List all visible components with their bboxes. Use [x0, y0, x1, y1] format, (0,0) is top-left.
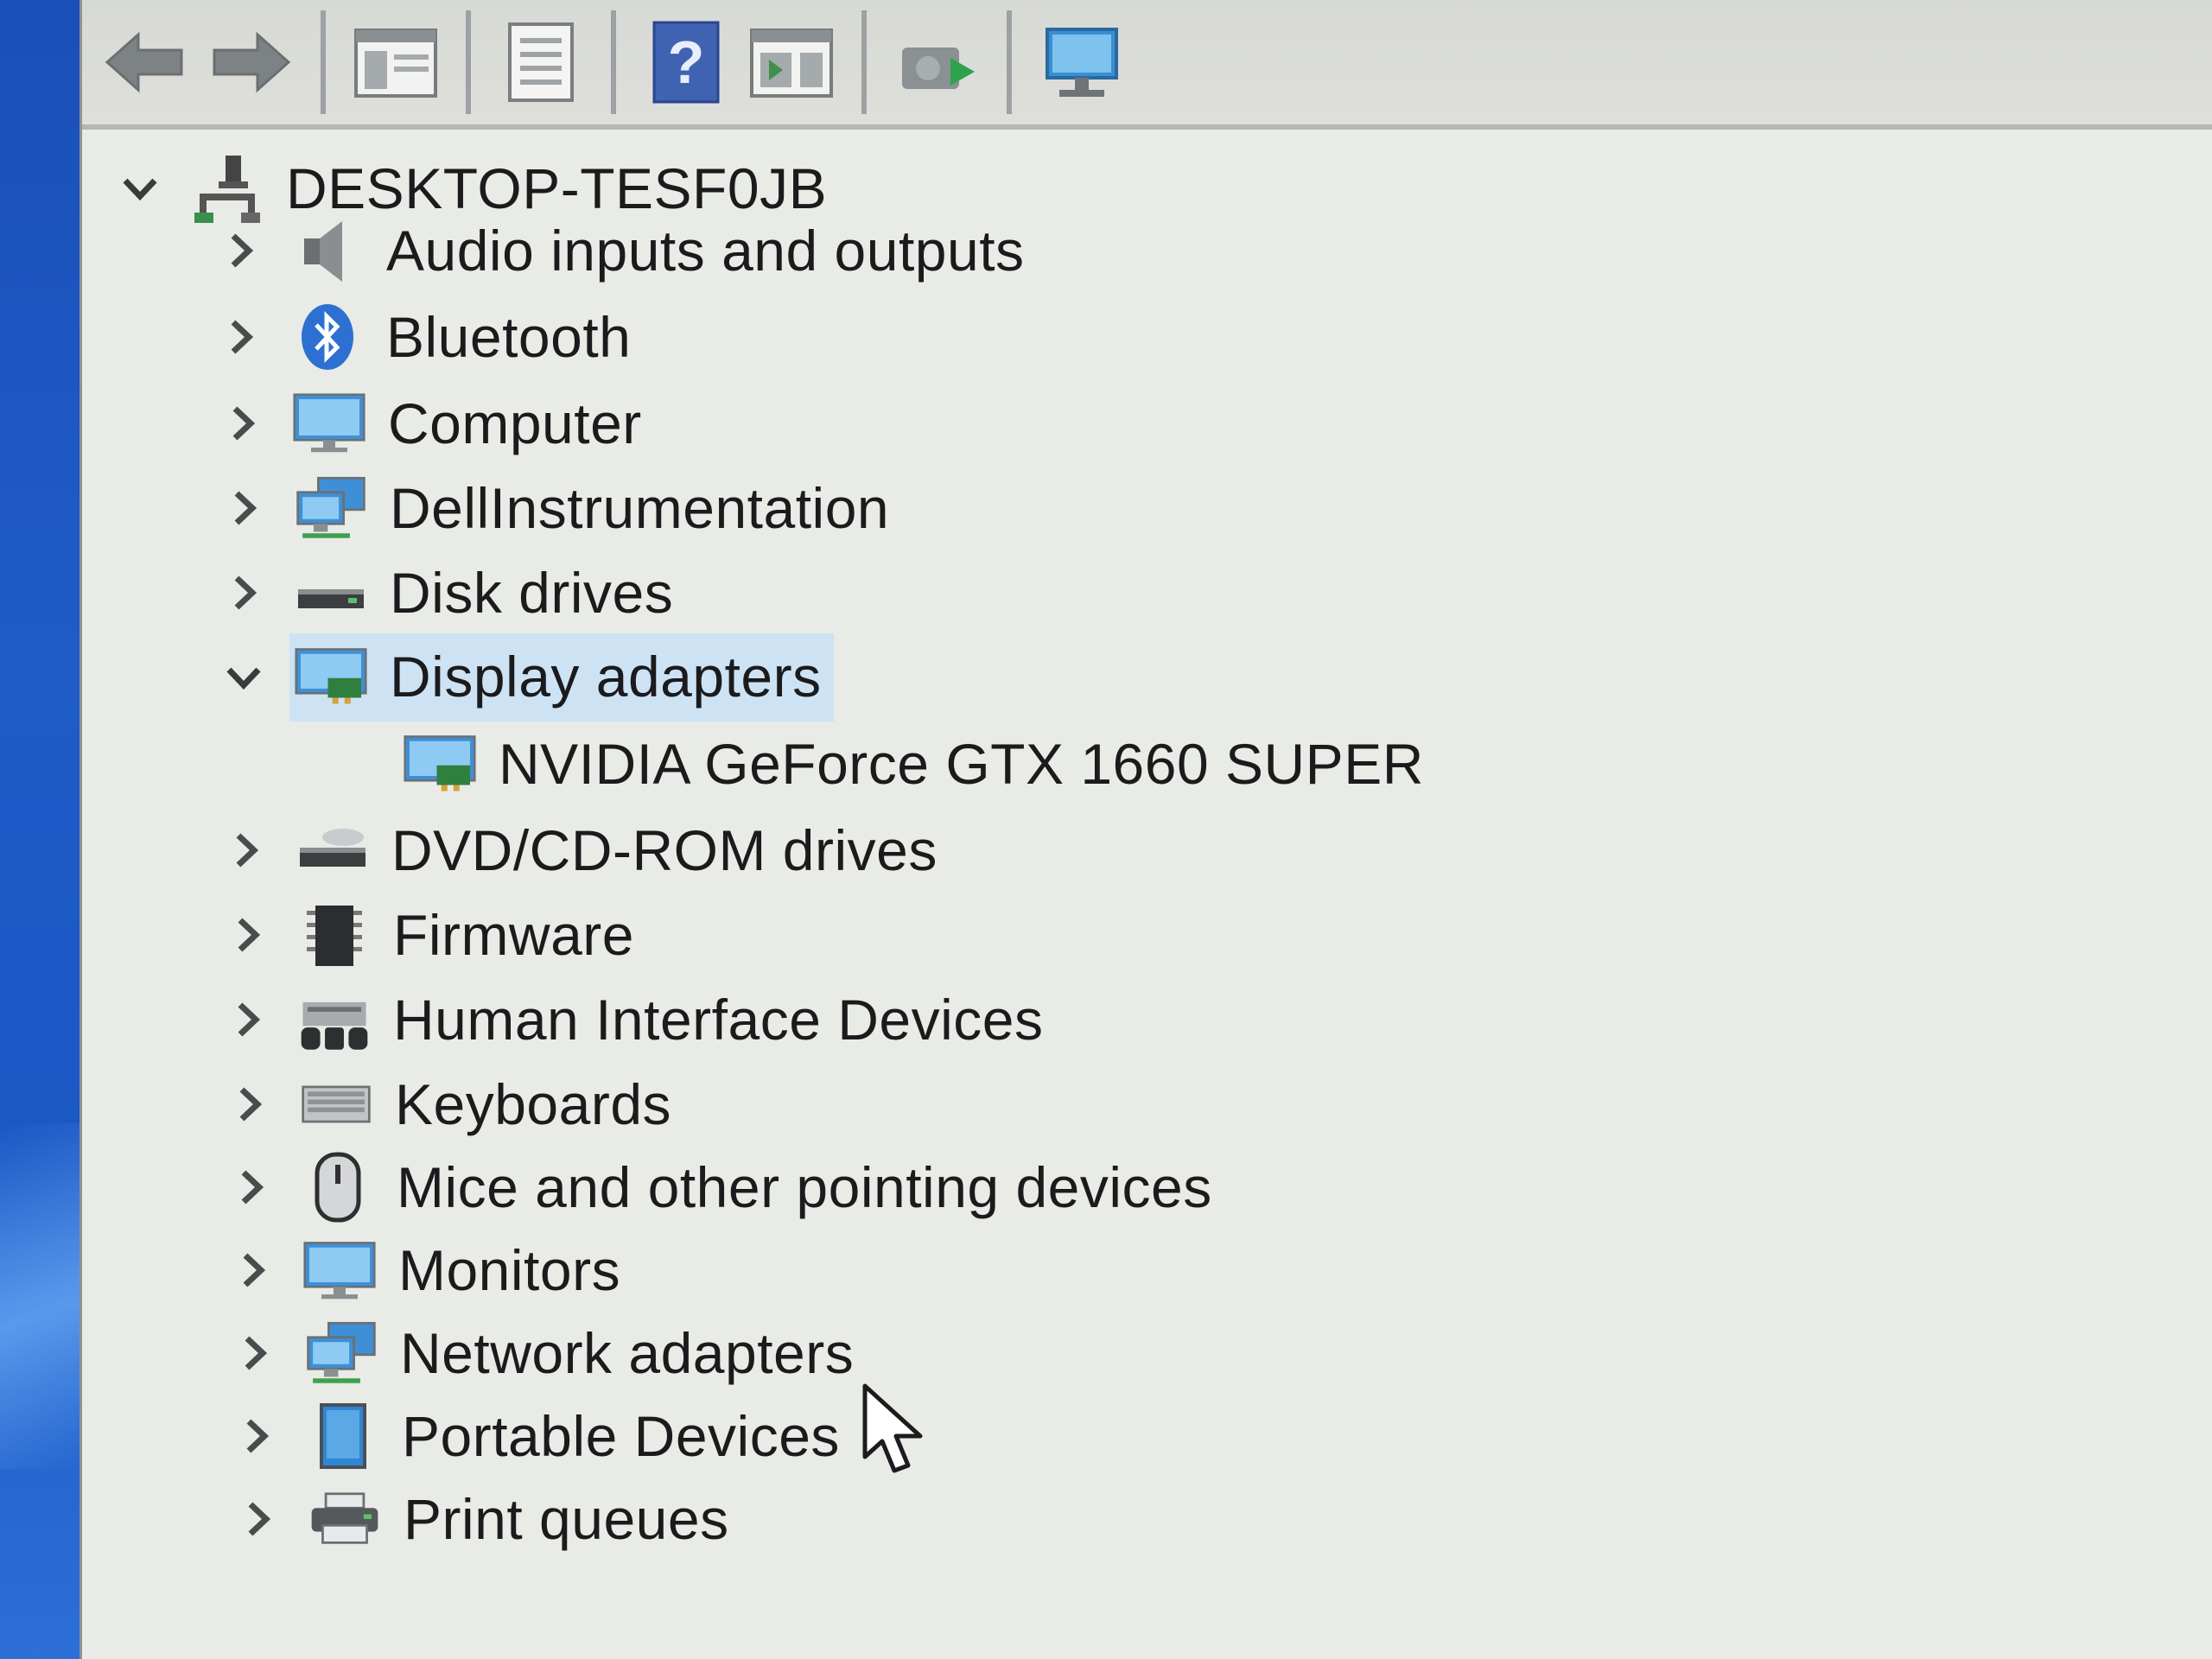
chevron-right-icon[interactable]: [224, 820, 267, 880]
keyboard-icon: [300, 1068, 372, 1141]
help-icon: ?: [652, 21, 720, 104]
show-hide-console-tree-icon: [354, 29, 437, 98]
tree-item-label: Computer: [388, 391, 642, 455]
mouse-pointer-icon: [862, 1383, 923, 1473]
update-driver-button[interactable]: [889, 15, 984, 110]
tree-item-audio[interactable]: Audio inputs and outputs: [219, 209, 1025, 292]
chevron-right-icon[interactable]: [226, 905, 269, 965]
tree-item-nvidia-gpu[interactable]: NVIDIA GeForce GTX 1660 SUPER: [404, 722, 1424, 805]
tree-item-label: NVIDIA GeForce GTX 1660 SUPER: [499, 732, 1424, 796]
tree-item-label: Print queues: [404, 1487, 729, 1551]
device-manager-window: ? DESKTOP-TESF0JB Audio inputs and outpu…: [79, 0, 2212, 1659]
svg-text:?: ?: [668, 29, 705, 96]
toolbar-separator: [861, 10, 867, 114]
back-arrow-icon: [105, 31, 183, 93]
tree-item-mice[interactable]: Mice and other pointing devices: [229, 1146, 1212, 1229]
toolbar: ?: [82, 0, 2212, 130]
tree-item-label: Keyboards: [395, 1072, 672, 1136]
forward-arrow-icon: [213, 31, 291, 93]
toolbar-separator: [321, 10, 326, 114]
tree-item-network-adapters[interactable]: Network adapters: [232, 1312, 854, 1395]
monitor-icon: [303, 1234, 376, 1306]
tree-item-label: Firmware: [393, 903, 634, 967]
chevron-right-icon[interactable]: [236, 1489, 279, 1549]
display-adapter-icon: [295, 640, 367, 713]
tree-item-label: Audio inputs and outputs: [386, 219, 1025, 283]
show-action-pane-icon: [750, 29, 833, 98]
network-adapter-icon: [305, 1317, 378, 1389]
tree-item-portable-devices[interactable]: Portable Devices: [234, 1395, 840, 1478]
speaker-icon: [291, 214, 364, 287]
scan-hardware-changes-icon: [1046, 28, 1118, 97]
chevron-right-icon[interactable]: [231, 1240, 274, 1300]
chevron-right-icon[interactable]: [229, 1157, 272, 1217]
chip-icon: [298, 899, 371, 971]
toolbar-separator: [466, 10, 471, 114]
display-adapter-icon: [404, 728, 476, 800]
show-action-pane-button[interactable]: [744, 15, 839, 110]
toolbar-separator: [1007, 10, 1012, 114]
help-button[interactable]: ?: [639, 15, 734, 110]
tree-item-dvd-cd-rom[interactable]: DVD/CD-ROM drives: [224, 809, 938, 892]
tree-item-display-adapters[interactable]: Display adapters: [222, 633, 834, 721]
properties-button[interactable]: [493, 15, 588, 110]
tree-item-label: DVD/CD-ROM drives: [391, 818, 938, 882]
chevron-right-icon[interactable]: [220, 393, 264, 454]
printer-icon: [308, 1483, 381, 1555]
chevron-right-icon[interactable]: [232, 1323, 276, 1383]
tree-item-label: Bluetooth: [386, 305, 632, 369]
tree-item-print-queues[interactable]: Print queues: [236, 1478, 729, 1560]
chevron-down-icon[interactable]: [222, 647, 265, 708]
tree-item-label: Human Interface Devices: [393, 988, 1044, 1052]
tree-item-dellinstrumentation[interactable]: DellInstrumentation: [222, 467, 889, 550]
portable-device-icon: [307, 1400, 379, 1472]
tree-item-bluetooth[interactable]: Bluetooth: [219, 296, 631, 378]
chevron-right-icon[interactable]: [219, 307, 262, 367]
chevron-right-icon[interactable]: [219, 220, 262, 281]
tree-item-label: Mice and other pointing devices: [397, 1155, 1212, 1219]
back-button[interactable]: [98, 15, 193, 110]
mouse-icon: [302, 1151, 374, 1224]
tree-item-label: Disk drives: [390, 561, 674, 625]
desktop-background: [0, 0, 79, 1659]
forward-button[interactable]: [203, 15, 298, 110]
properties-icon: [508, 22, 574, 102]
hid-icon: [298, 983, 371, 1056]
chevron-right-icon[interactable]: [226, 989, 269, 1050]
tree-item-label: Display adapters: [390, 645, 822, 709]
tree-item-label: Monitors: [398, 1238, 621, 1302]
selection-highlight[interactable]: Display adapters: [289, 633, 834, 721]
optical-drive-icon: [296, 814, 369, 887]
tree-item-disk-drives[interactable]: Disk drives: [222, 551, 673, 634]
chevron-down-icon[interactable]: [118, 158, 162, 219]
tree-item-label: Network adapters: [400, 1321, 855, 1385]
monitor-icon: [293, 387, 365, 460]
chevron-right-icon[interactable]: [234, 1406, 277, 1466]
disk-drive-icon: [295, 556, 367, 629]
toolbar-separator: [611, 10, 616, 114]
update-driver-icon: [902, 48, 975, 89]
tree-item-keyboards[interactable]: Keyboards: [227, 1063, 671, 1146]
show-hide-console-tree-button[interactable]: [348, 15, 443, 110]
bluetooth-icon: [291, 301, 364, 373]
tree-item-monitors[interactable]: Monitors: [231, 1229, 620, 1312]
scan-hardware-changes-button[interactable]: [1034, 15, 1129, 110]
tree-item-computer[interactable]: Computer: [220, 382, 642, 465]
tree-item-label: Portable Devices: [402, 1404, 840, 1468]
tree-item-human-interface-devices[interactable]: Human Interface Devices: [226, 978, 1044, 1061]
network-computers-icon: [295, 472, 367, 544]
chevron-right-icon[interactable]: [227, 1074, 270, 1135]
chevron-right-icon[interactable]: [222, 563, 265, 623]
tree-item-firmware[interactable]: Firmware: [226, 893, 634, 976]
chevron-right-icon[interactable]: [222, 478, 265, 538]
tree-item-label: DellInstrumentation: [390, 476, 890, 540]
